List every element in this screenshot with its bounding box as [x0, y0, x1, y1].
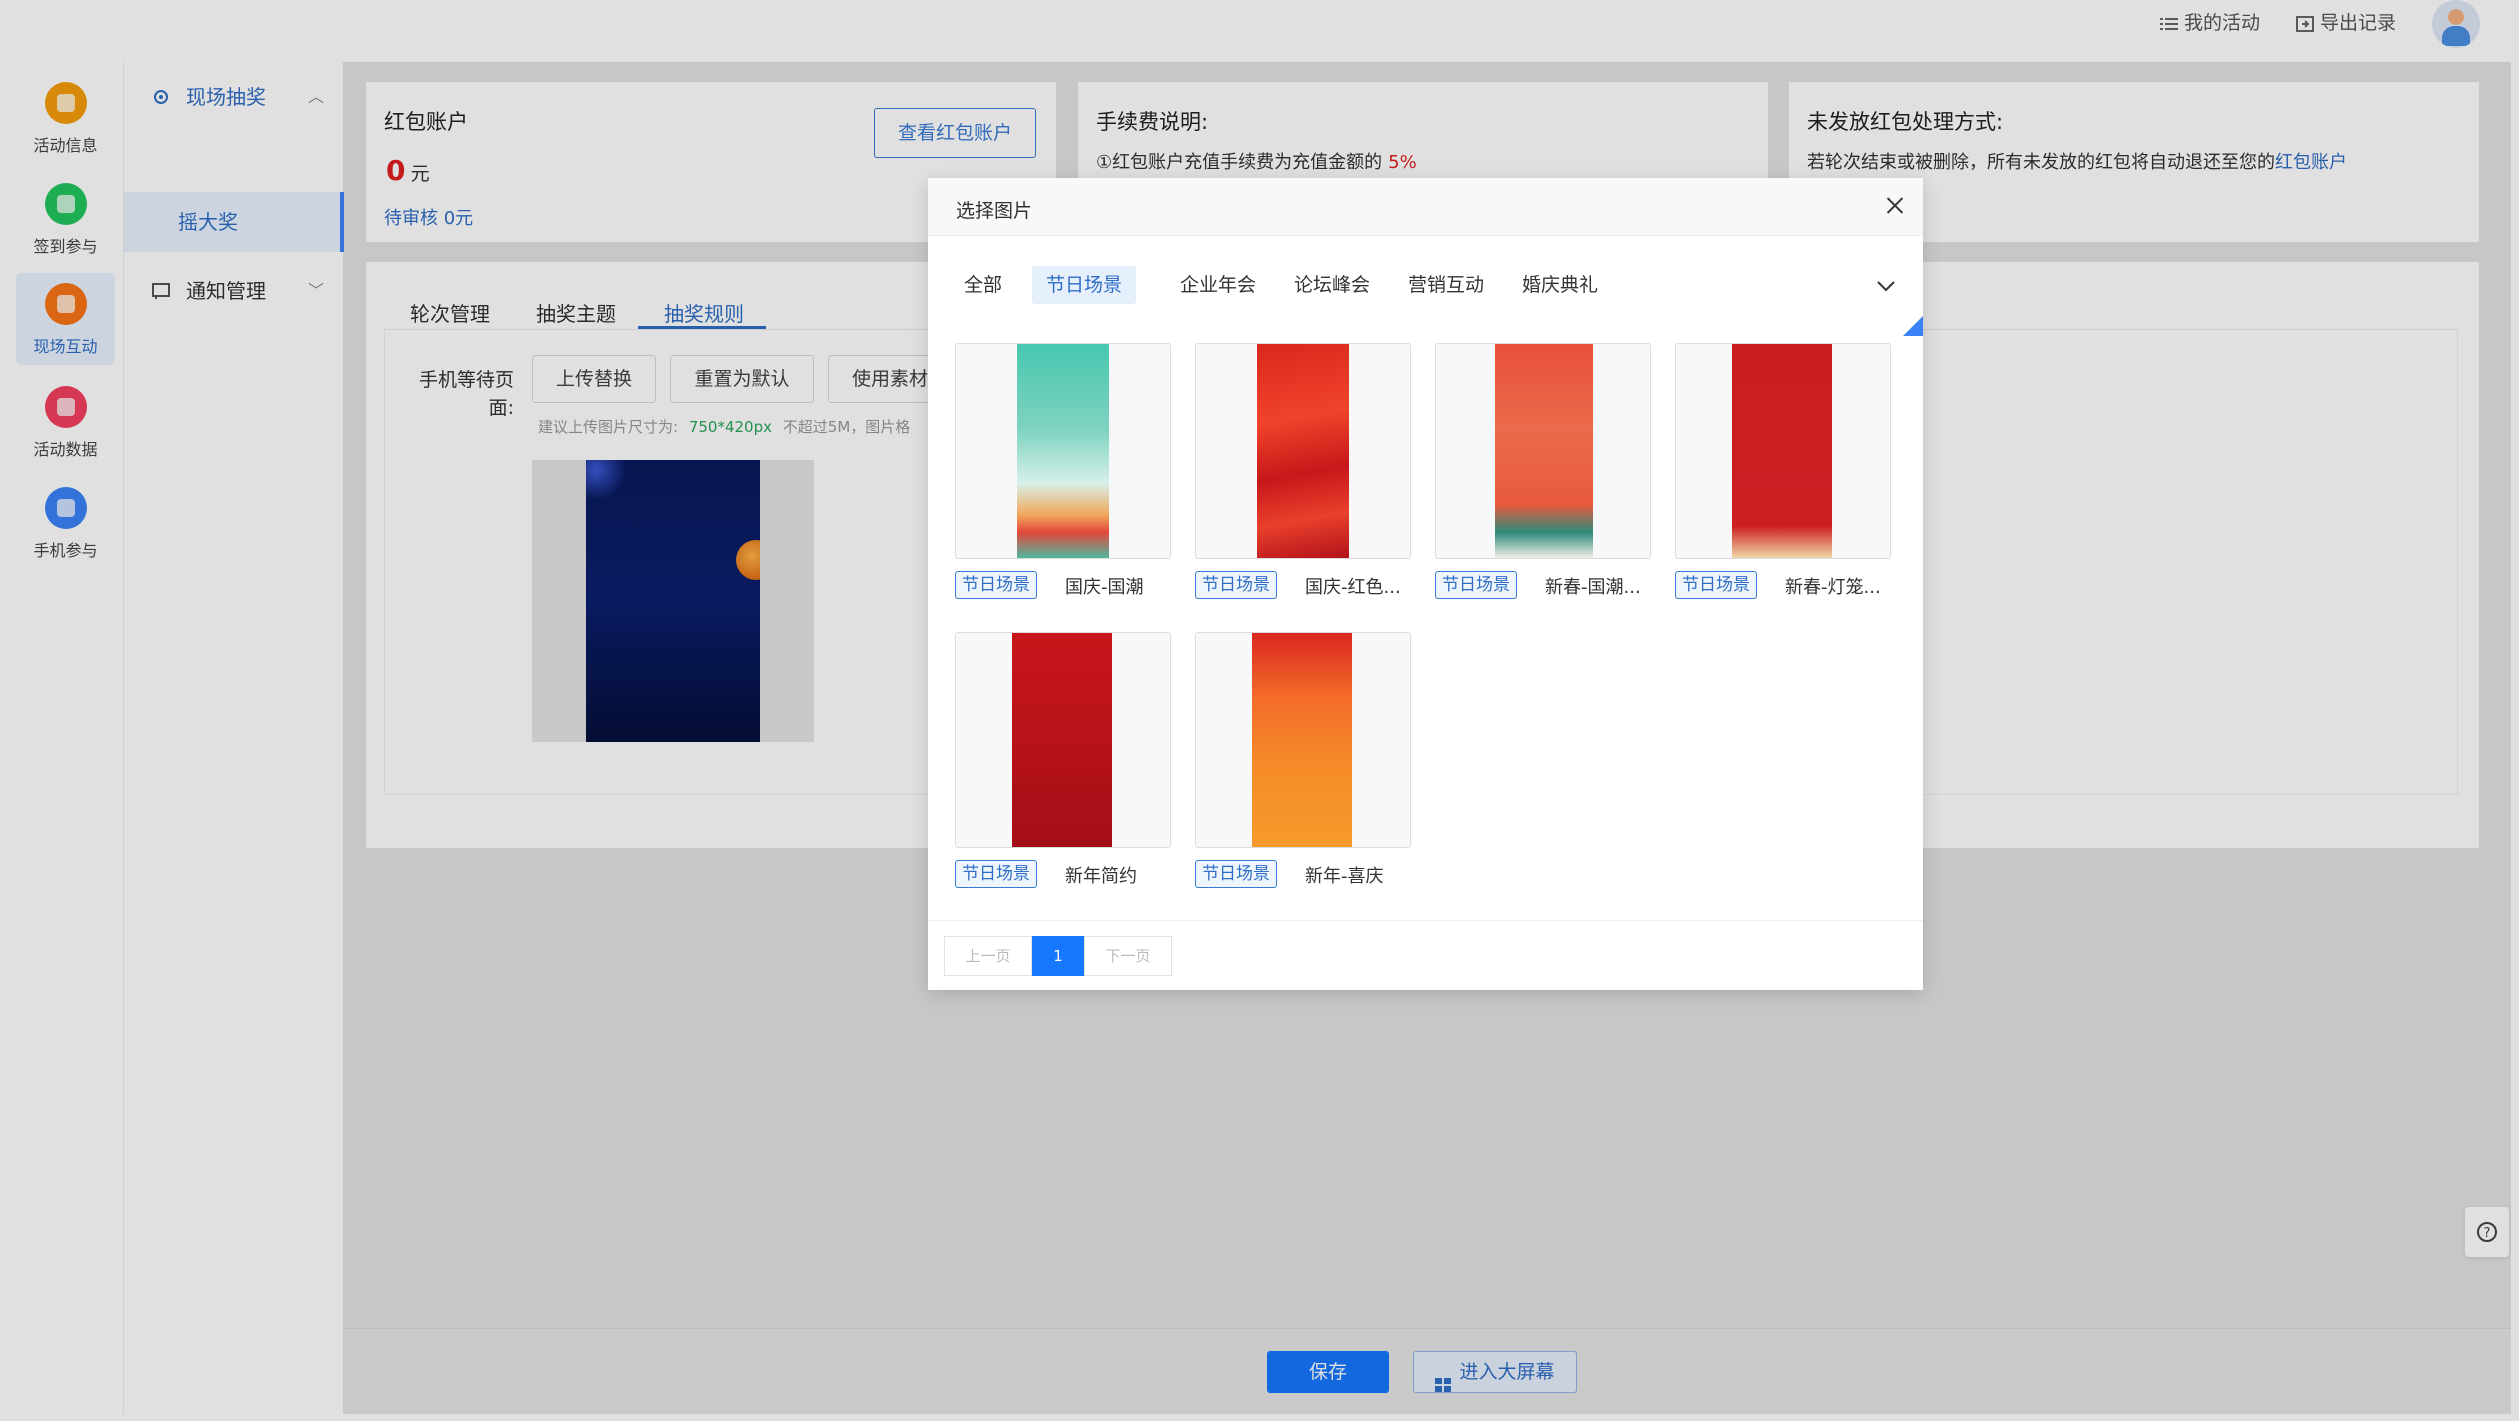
image-tag: 节日场景 [1195, 860, 1277, 888]
image-thumbnail[interactable] [1195, 632, 1411, 848]
image-thumbnail[interactable] [1195, 343, 1411, 559]
image-thumbnail[interactable] [1435, 343, 1651, 559]
category-tab-marketing[interactable]: 营销互动 [1394, 266, 1498, 304]
image-thumbnail[interactable] [955, 632, 1171, 848]
image-thumbnail[interactable] [955, 343, 1171, 559]
image-tag: 节日场景 [1195, 571, 1277, 599]
category-tab-all[interactable]: 全部 [950, 266, 1016, 304]
category-tab-annual-meeting[interactable]: 企业年会 [1166, 266, 1270, 304]
xinnian-festive-image [1252, 633, 1352, 847]
close-icon[interactable] [1880, 190, 1910, 220]
xinnian-simple-image [1012, 633, 1112, 847]
image-tag: 节日场景 [1435, 571, 1517, 599]
modal-header [928, 178, 1923, 236]
pager-prev-button[interactable]: 上一页 [944, 936, 1032, 976]
guoqing-guochao-image [1017, 344, 1109, 558]
modal-title: 选择图片 [956, 200, 1033, 222]
pager-next-button[interactable]: 下一页 [1084, 936, 1172, 976]
select-image-modal: 选择图片 全部 节日场景 企业年会 论坛峰会 营销互动 婚庆典礼 节日场景 国庆… [928, 178, 1923, 990]
corner-marker [1903, 316, 1923, 336]
image-name: 新年简约 [1065, 866, 1137, 887]
image-tag: 节日场景 [955, 571, 1037, 599]
category-tab-wedding[interactable]: 婚庆典礼 [1508, 266, 1612, 304]
image-name: 国庆-红色... [1305, 577, 1401, 598]
image-name: 新春-灯笼... [1785, 577, 1881, 598]
category-tab-forum[interactable]: 论坛峰会 [1280, 266, 1384, 304]
image-tag: 节日场景 [1675, 571, 1757, 599]
category-tab-festival[interactable]: 节日场景 [1032, 266, 1137, 304]
image-name: 国庆-国潮 [1065, 577, 1144, 598]
image-thumbnail[interactable] [1675, 343, 1891, 559]
xinchun-guochao-image [1495, 344, 1593, 558]
modal-footer-divider [928, 920, 1923, 921]
image-tag: 节日场景 [955, 860, 1037, 888]
guoqing-red-image [1257, 344, 1349, 558]
xinchun-lantern-image [1732, 344, 1832, 558]
image-name: 新春-国潮... [1545, 577, 1641, 598]
image-name: 新年-喜庆 [1305, 866, 1384, 887]
chevron-down-icon[interactable] [1874, 274, 1898, 298]
pager-page-1[interactable]: 1 [1032, 936, 1084, 976]
